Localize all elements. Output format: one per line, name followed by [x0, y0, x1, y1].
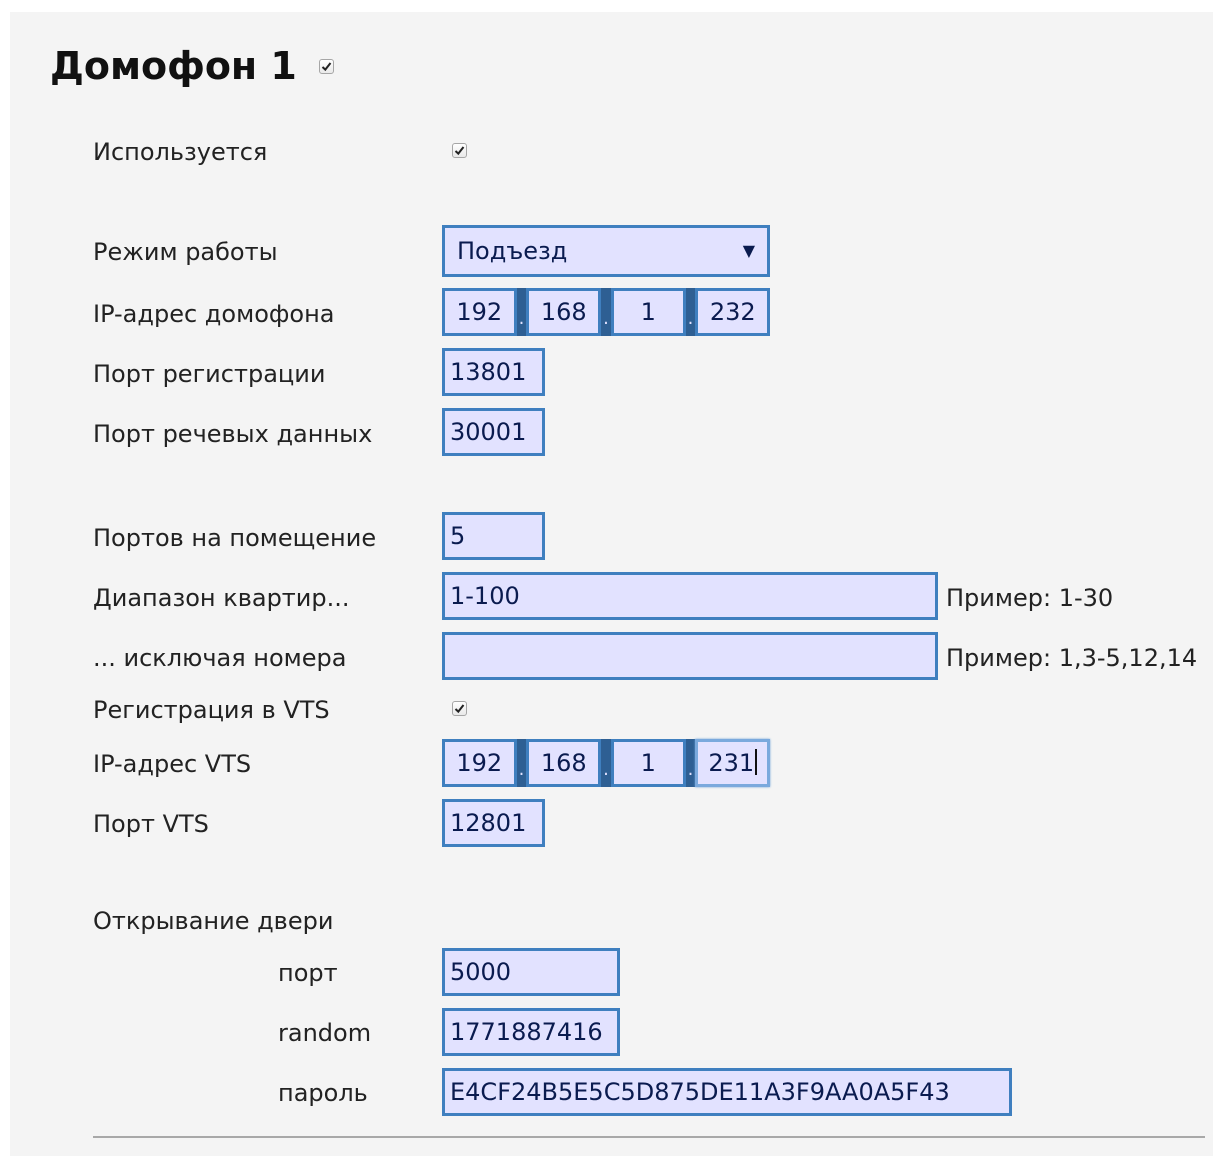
apartment-range-input[interactable]: 1-100 — [442, 572, 938, 620]
exclude-hint: Пример: 1,3-5,12,14 — [946, 644, 1198, 672]
apartment-range-hint: Пример: 1-30 — [946, 584, 1114, 612]
vts-registration-label: Регистрация в VTS — [93, 696, 330, 724]
dropdown-arrow-icon: ▼ — [742, 241, 755, 260]
door-random-input[interactable]: 1771887416 — [442, 1008, 620, 1056]
page-title: Домофон 1 — [50, 40, 334, 92]
vts-ip-octet-1[interactable]: 192 — [442, 739, 517, 787]
ip-dot: . — [601, 739, 611, 787]
ip-dot: . — [685, 288, 696, 336]
mode-label: Режим работы — [93, 238, 278, 266]
intercom-ip-octet-1[interactable]: 192 — [442, 288, 517, 336]
divider — [93, 1136, 1205, 1138]
ports-per-room-label: Портов на помещение — [93, 524, 377, 552]
ip-dot: . — [685, 739, 696, 787]
title-checkbox[interactable] — [318, 58, 334, 74]
intercom-ip-octet-2[interactable]: 168 — [526, 288, 602, 336]
reg-port-label: Порт регистрации — [93, 360, 326, 388]
ip-dot: . — [516, 288, 527, 336]
vts-ip-octet-4[interactable]: 231 — [695, 739, 770, 787]
vts-ip-octet-4-value: 231 — [708, 749, 755, 777]
mode-select[interactable]: Подъезд ▼ — [442, 225, 770, 277]
text-caret — [755, 749, 758, 775]
ip-dot: . — [516, 739, 527, 787]
intercom-ip-input: 192 . 168 . 1 . 232 — [442, 288, 770, 336]
door-password-label: пароль — [278, 1079, 368, 1107]
vts-ip-octet-2[interactable]: 168 — [526, 739, 602, 787]
check-icon — [454, 704, 465, 714]
exclude-input[interactable] — [442, 632, 938, 680]
vts-port-label: Порт VTS — [93, 810, 209, 838]
mode-select-value: Подъезд — [457, 237, 568, 265]
used-checkbox[interactable] — [452, 143, 467, 158]
page-title-text: Домофон 1 — [50, 44, 297, 88]
voice-port-label: Порт речевых данных — [93, 420, 373, 448]
ip-dot: . — [601, 288, 611, 336]
used-label: Используется — [93, 138, 268, 166]
intercom-ip-label: IP-адрес домофона — [93, 300, 335, 328]
door-password-input[interactable]: E4CF24B5E5C5D875DE11A3F9AA0A5F43 — [442, 1068, 1012, 1116]
exclude-label: ... исключая номера — [93, 644, 347, 672]
intercom-ip-octet-3[interactable]: 1 — [610, 288, 686, 336]
apartment-range-label: Диапазон квартир... — [93, 584, 350, 612]
door-port-input[interactable]: 5000 — [442, 948, 620, 996]
vts-ip-label: IP-адрес VTS — [93, 750, 252, 778]
vts-port-input[interactable]: 12801 — [442, 799, 545, 847]
check-icon — [321, 61, 332, 71]
ports-per-room-input[interactable]: 5 — [442, 512, 545, 560]
intercom-ip-octet-4[interactable]: 232 — [695, 288, 770, 336]
door-open-label: Открывание двери — [93, 907, 334, 935]
vts-registration-checkbox[interactable] — [452, 701, 467, 716]
vts-ip-octet-3[interactable]: 1 — [610, 739, 686, 787]
voice-port-input[interactable]: 30001 — [442, 408, 545, 456]
vts-ip-input: 192 . 168 . 1 . 231 — [442, 739, 770, 787]
reg-port-input[interactable]: 13801 — [442, 348, 545, 396]
door-port-label: порт — [278, 959, 338, 987]
door-random-label: random — [278, 1019, 372, 1047]
check-icon — [454, 146, 465, 156]
